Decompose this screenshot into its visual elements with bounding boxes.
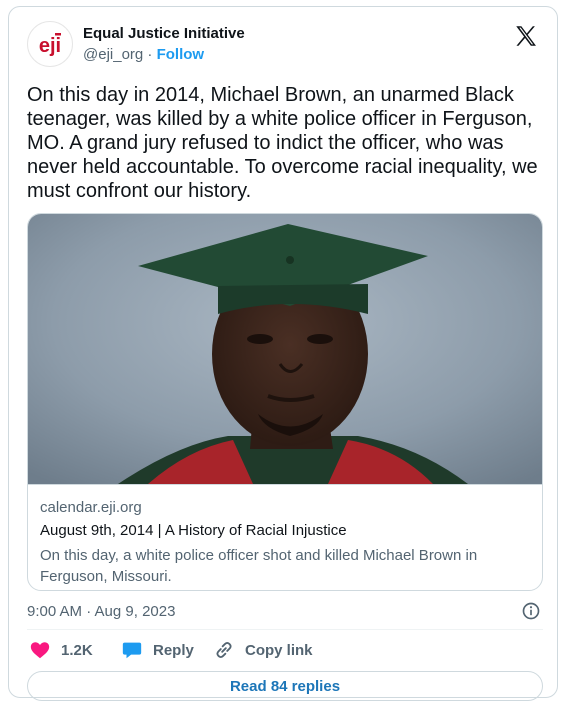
account-name[interactable]: Equal Justice Initiative	[83, 25, 245, 42]
follow-button[interactable]: Follow	[157, 46, 205, 63]
link-title: August 9th, 2014 | A History of Racial I…	[40, 522, 347, 539]
heart-icon	[30, 642, 50, 659]
reply-bubble-icon	[122, 642, 142, 659]
timestamp[interactable]: 9:00 AM · Aug 9, 2023	[27, 603, 175, 620]
avatar[interactable]: eji	[27, 21, 73, 67]
x-logo-icon[interactable]	[513, 23, 539, 49]
tweet-text: On this day in 2014, Michael Brown, an u…	[27, 84, 538, 202]
like-count: 1.2K	[61, 641, 93, 659]
handle-row: @eji_org · Follow	[83, 46, 204, 63]
action-bar: 1.2K Reply Copy link	[27, 639, 543, 665]
tweet-card: eji Equal Justice Initiative @eji_org · …	[8, 6, 558, 701]
link-description: On this day, a white police officer shot…	[40, 547, 478, 585]
read-replies-button[interactable]: Read 84 replies	[27, 671, 543, 701]
svg-text:eji: eji	[39, 35, 61, 57]
divider	[27, 629, 543, 630]
link-card[interactable]: calendar.eji.org August 9th, 2014 | A Hi…	[27, 213, 543, 591]
eji-logo-icon: eji	[39, 33, 61, 57]
copy-link-button[interactable]: Copy link	[213, 639, 313, 661]
account-handle[interactable]: @eji_org	[83, 46, 143, 63]
link-icon	[216, 641, 232, 659]
link-domain: calendar.eji.org	[40, 499, 142, 516]
like-button[interactable]: 1.2K	[29, 639, 93, 661]
handle-separator: ·	[143, 46, 157, 63]
reply-button[interactable]: Reply	[121, 639, 194, 661]
copy-link-label: Copy link	[245, 641, 313, 659]
link-card-meta: calendar.eji.org August 9th, 2014 | A Hi…	[28, 484, 542, 590]
reply-label: Reply	[153, 641, 194, 659]
tweet-header: eji Equal Justice Initiative @eji_org · …	[27, 21, 543, 69]
meta-row: 9:00 AM · Aug 9, 2023	[27, 601, 541, 623]
link-card-image	[28, 214, 542, 484]
info-icon[interactable]	[521, 601, 541, 621]
